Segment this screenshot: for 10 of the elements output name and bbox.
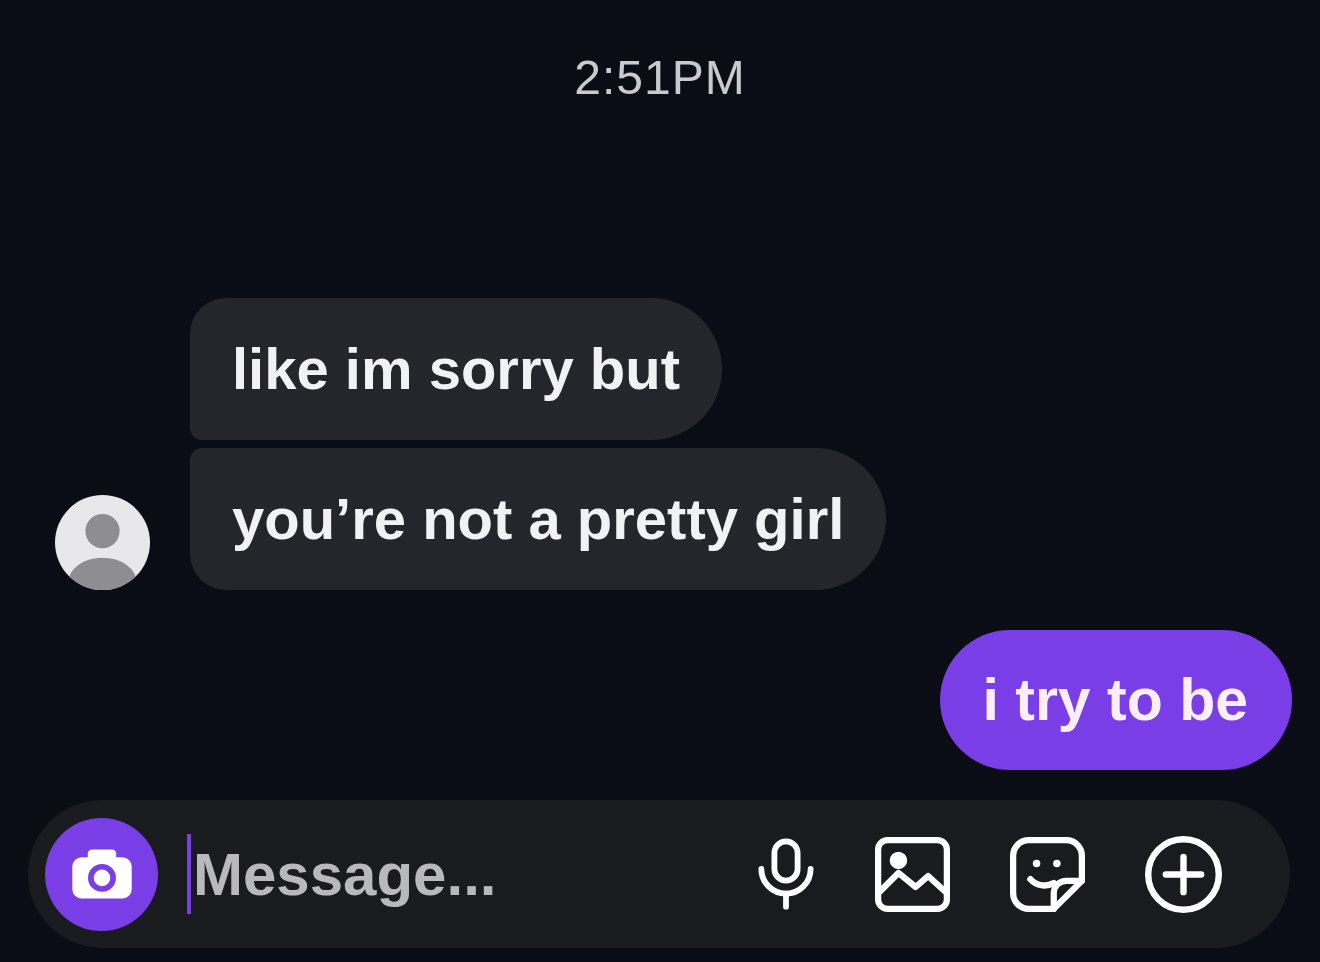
sticker-icon[interactable] <box>1010 836 1085 912</box>
message-field[interactable]: Message... <box>193 834 737 914</box>
add-icon[interactable] <box>1145 835 1222 913</box>
sent-message: i try to be <box>940 630 1292 770</box>
microphone-icon[interactable] <box>757 838 815 910</box>
received-message: like im sorry but <box>190 298 723 440</box>
camera-icon <box>70 848 133 900</box>
received-message: you’re not a pretty girl <box>190 448 887 590</box>
image-icon[interactable] <box>875 836 950 912</box>
timestamp: 2:51PM <box>574 50 746 106</box>
